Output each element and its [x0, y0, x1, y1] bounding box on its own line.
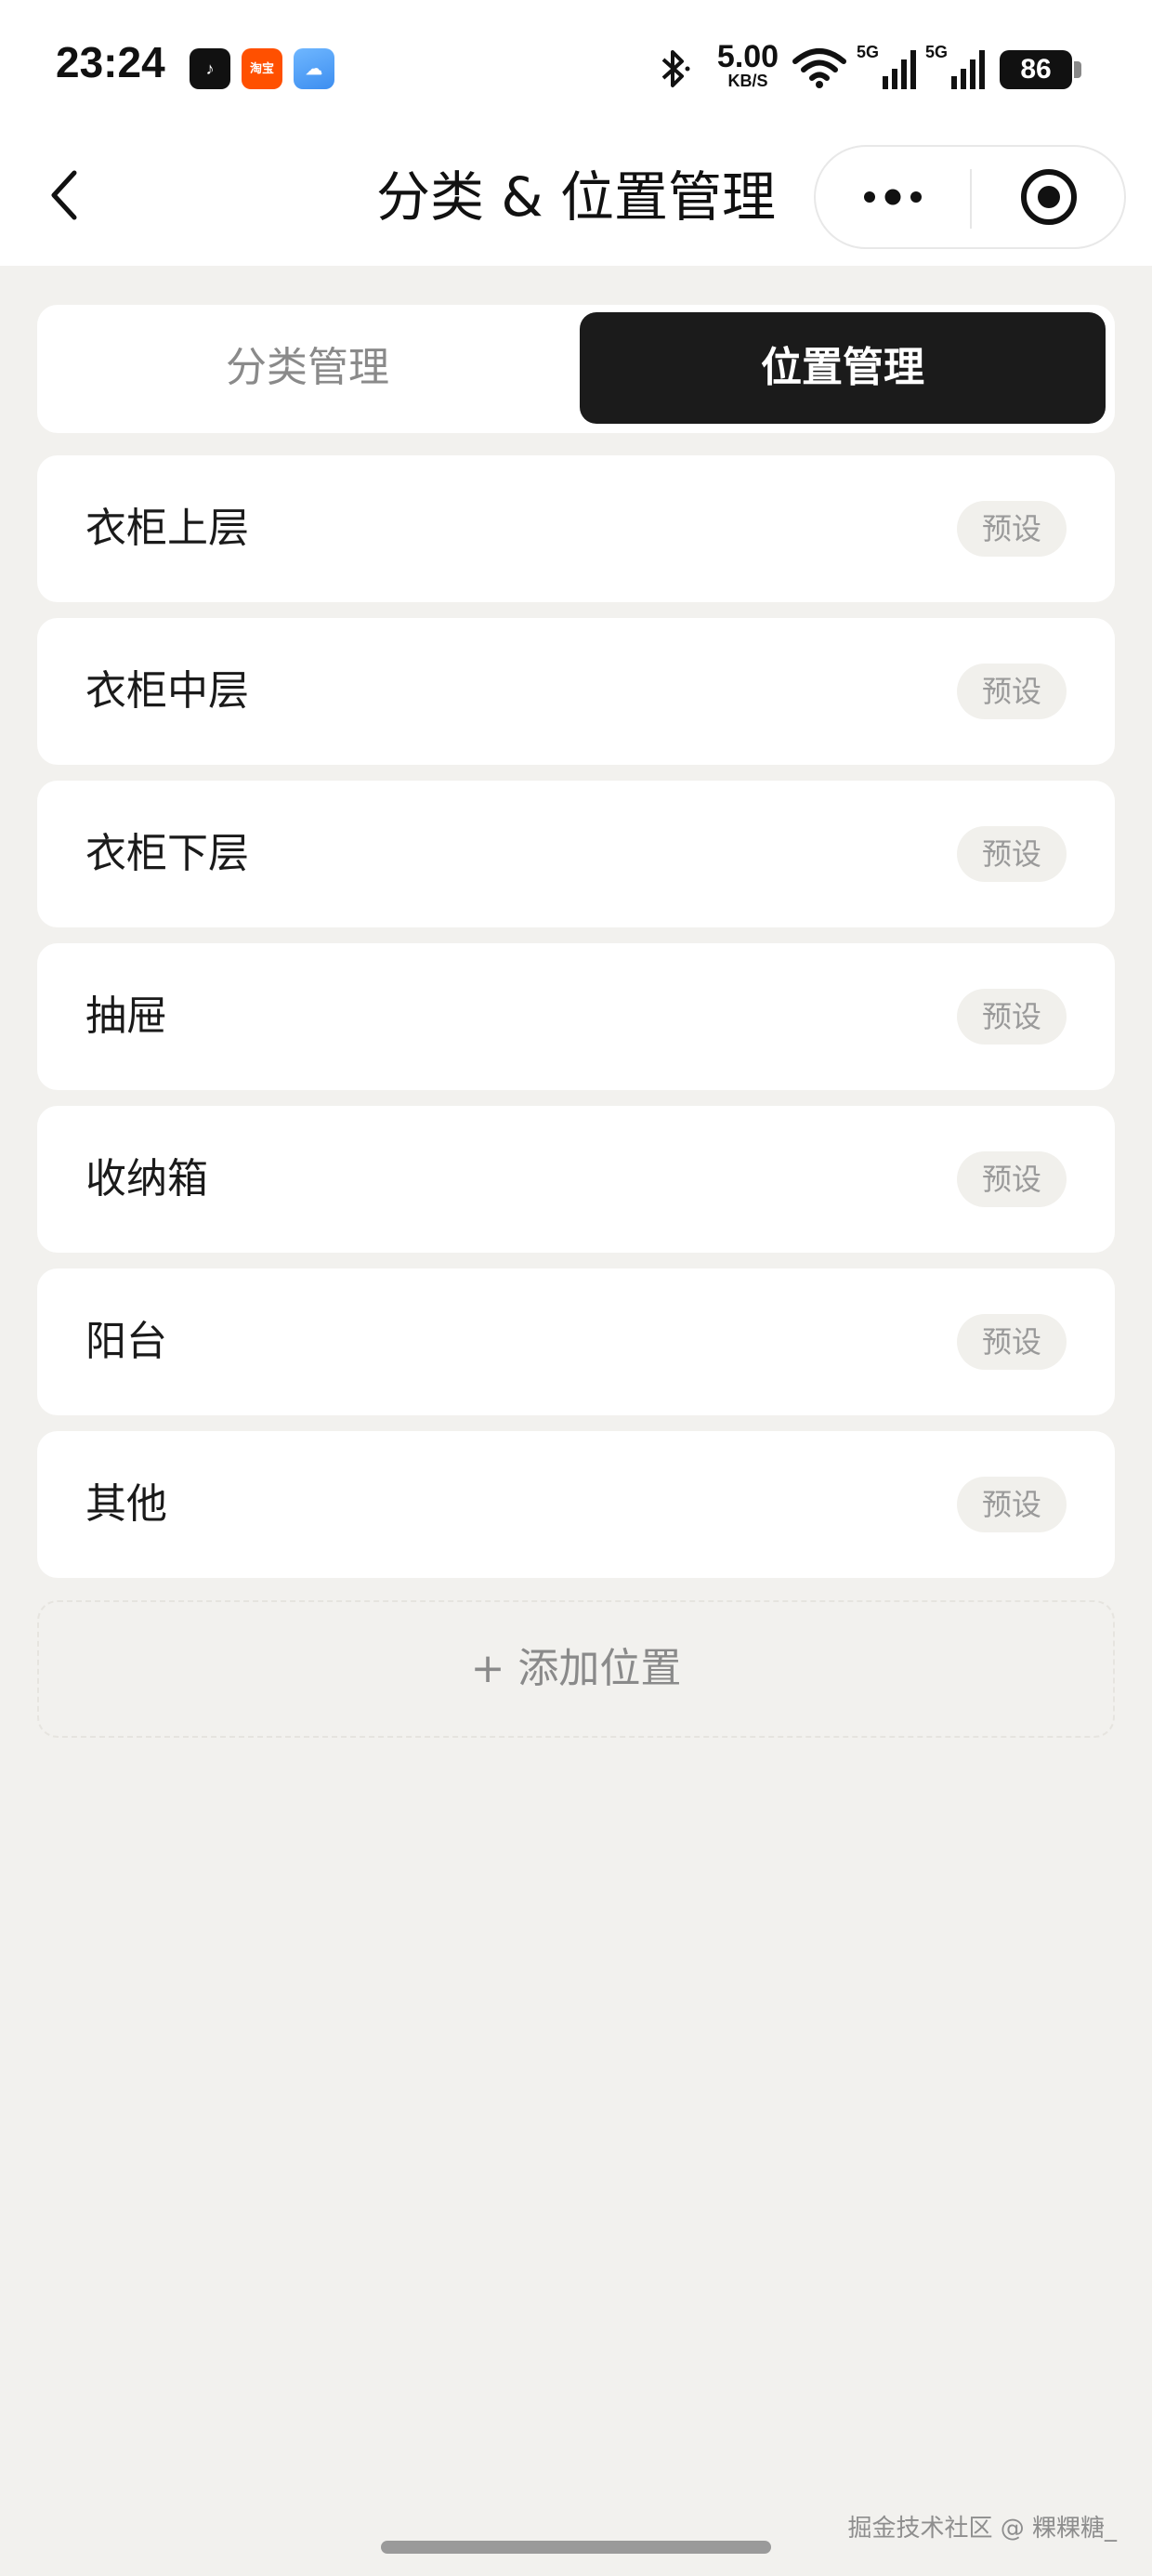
network-speed: 5.00 KB/S	[711, 41, 785, 89]
location-label: 衣柜下层	[85, 830, 249, 877]
preset-badge: 预设	[957, 664, 1067, 719]
list-item[interactable]: 收纳箱 预设	[37, 1106, 1115, 1253]
capsule-divider	[970, 169, 972, 229]
preset-badge: 预设	[957, 1151, 1067, 1207]
page-title: 分类 & 位置管理	[375, 165, 777, 229]
watermark: 掘金技术社区 @ 粿粿糖_	[847, 2515, 1117, 2543]
home-indicator[interactable]	[381, 2541, 771, 2554]
location-list: 衣柜上层 预设 衣柜中层 预设 衣柜下层 预设 抽屉 预设 收纳箱 预设 阳台 …	[37, 455, 1115, 1594]
preset-badge: 预设	[957, 989, 1067, 1045]
signal-2: 5G	[925, 43, 987, 91]
signal-2-label: 5G	[925, 43, 949, 61]
more-dots-icon	[864, 189, 922, 205]
tiktok-app-icon: ♪	[190, 48, 230, 89]
status-bar: 23:24 ♪ 淘宝 ☁ 5.00 KB/S 5G 5G 86	[0, 0, 1152, 139]
list-item[interactable]: 其他 预设	[37, 1431, 1115, 1578]
preset-badge: 预设	[957, 826, 1067, 882]
mini-program-capsule	[814, 145, 1126, 249]
location-label: 抽屉	[85, 992, 167, 1040]
location-label: 阳台	[85, 1318, 167, 1365]
close-miniprogram-button[interactable]	[979, 152, 1119, 242]
back-button[interactable]	[37, 167, 93, 223]
location-label: 衣柜中层	[85, 667, 249, 715]
battery-level: 86	[1000, 50, 1072, 89]
add-location-button[interactable]: + 添加位置	[37, 1600, 1115, 1738]
list-item[interactable]: 抽屉 预设	[37, 943, 1115, 1090]
location-label: 衣柜上层	[85, 505, 249, 552]
preset-badge: 预设	[957, 501, 1067, 557]
list-item[interactable]: 衣柜下层 预设	[37, 781, 1115, 927]
network-speed-unit: KB/S	[727, 72, 768, 90]
signal-bars-icon	[951, 50, 985, 89]
signal-1-label: 5G	[857, 43, 880, 61]
battery-tip	[1074, 61, 1081, 78]
more-button[interactable]	[823, 152, 962, 242]
signal-1: 5G	[857, 43, 918, 91]
status-time: 23:24	[56, 38, 165, 86]
preset-badge: 预设	[957, 1314, 1067, 1370]
tab-location-management[interactable]: 位置管理	[580, 312, 1106, 424]
tab-switcher: 分类管理 位置管理	[37, 305, 1115, 433]
location-label: 收纳箱	[85, 1155, 208, 1203]
list-item[interactable]: 衣柜上层 预设	[37, 455, 1115, 602]
weather-app-icon: ☁	[294, 48, 334, 89]
target-circle-icon	[1021, 169, 1077, 225]
network-speed-value: 5.00	[716, 39, 779, 74]
tab-category-management[interactable]: 分类管理	[45, 312, 570, 424]
nav-bar: 分类 & 位置管理	[0, 139, 1152, 266]
signal-bars-icon	[883, 50, 916, 89]
preset-badge: 预设	[957, 1477, 1067, 1532]
bluetooth-icon	[661, 50, 690, 87]
location-label: 其他	[85, 1480, 167, 1528]
list-item[interactable]: 衣柜中层 预设	[37, 618, 1115, 765]
taobao-app-icon: 淘宝	[242, 48, 282, 89]
chevron-left-icon	[51, 170, 77, 220]
status-indicators: 5.00 KB/S 5G 5G 86	[576, 0, 1152, 139]
list-item[interactable]: 阳台 预设	[37, 1268, 1115, 1415]
wifi-icon	[792, 48, 846, 88]
